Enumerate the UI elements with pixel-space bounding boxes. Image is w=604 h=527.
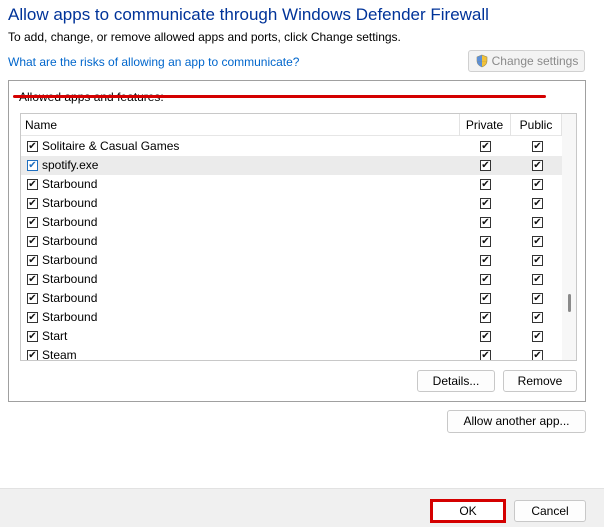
public-checkbox[interactable]: ✔ (532, 331, 543, 342)
public-checkbox[interactable]: ✔ (532, 312, 543, 323)
ok-button[interactable]: OK (430, 499, 506, 523)
column-header-public[interactable]: Public (510, 114, 562, 136)
private-checkbox[interactable]: ✔ (480, 255, 491, 266)
app-rows: ✔ Solitaire & Casual Games ✔ ✔ ✔ spotify.exe ✔… (21, 137, 562, 361)
allowed-apps-group: Allowed apps and features: Name Private … (8, 80, 586, 402)
app-name: Start (42, 329, 68, 343)
private-checkbox[interactable]: ✔ (480, 274, 491, 285)
public-checkbox[interactable]: ✔ (532, 293, 543, 304)
app-row[interactable]: ✔ Start ✔ ✔ (21, 327, 562, 346)
app-name: Solitaire & Casual Games (42, 139, 180, 153)
allow-another-app-button[interactable]: Allow another app... (447, 410, 586, 433)
app-enabled-checkbox[interactable]: ✔ (27, 331, 38, 342)
app-name: Starbound (42, 177, 98, 191)
public-checkbox[interactable]: ✔ (532, 350, 543, 360)
private-checkbox[interactable]: ✔ (480, 350, 491, 360)
vertical-scrollbar[interactable] (562, 114, 576, 360)
app-row[interactable]: ✔ Starbound ✔ ✔ (21, 308, 562, 327)
public-checkbox[interactable]: ✔ (532, 255, 543, 266)
column-header-name[interactable]: Name (25, 114, 57, 136)
private-checkbox[interactable]: ✔ (480, 217, 491, 228)
change-settings-button[interactable]: Change settings (468, 50, 585, 72)
app-row[interactable]: ✔ Steam ✔ ✔ (21, 346, 562, 361)
app-name: Starbound (42, 196, 98, 210)
cancel-button[interactable]: Cancel (514, 500, 586, 522)
private-checkbox[interactable]: ✔ (480, 236, 491, 247)
app-row[interactable]: ✔ spotify.exe ✔ ✔ (21, 156, 562, 175)
highlight-underline (13, 95, 546, 98)
app-enabled-checkbox[interactable]: ✔ (27, 350, 38, 360)
app-name: Starbound (42, 234, 98, 248)
public-checkbox[interactable]: ✔ (532, 160, 543, 171)
private-checkbox[interactable]: ✔ (480, 312, 491, 323)
private-checkbox[interactable]: ✔ (480, 141, 491, 152)
public-checkbox[interactable]: ✔ (532, 274, 543, 285)
app-row[interactable]: ✔ Starbound ✔ ✔ (21, 289, 562, 308)
app-name: Starbound (42, 253, 98, 267)
app-name: spotify.exe (42, 158, 99, 172)
app-row[interactable]: ✔ Starbound ✔ ✔ (21, 251, 562, 270)
app-enabled-checkbox[interactable]: ✔ (27, 217, 38, 228)
page-subtitle: To add, change, or remove allowed apps a… (8, 30, 401, 44)
list-header: Name Private Public (21, 114, 562, 136)
app-enabled-checkbox[interactable]: ✔ (27, 236, 38, 247)
firewall-allowed-apps-window: Allow apps to communicate through Window… (0, 0, 604, 527)
app-row[interactable]: ✔ Starbound ✔ ✔ (21, 175, 562, 194)
uac-shield-icon (476, 54, 487, 68)
app-enabled-checkbox[interactable]: ✔ (27, 274, 38, 285)
app-row[interactable]: ✔ Starbound ✔ ✔ (21, 213, 562, 232)
app-enabled-checkbox[interactable]: ✔ (27, 160, 38, 171)
remove-button[interactable]: Remove (503, 370, 577, 392)
app-enabled-checkbox[interactable]: ✔ (27, 198, 38, 209)
public-checkbox[interactable]: ✔ (532, 236, 543, 247)
private-checkbox[interactable]: ✔ (480, 179, 491, 190)
public-checkbox[interactable]: ✔ (532, 198, 543, 209)
column-header-private[interactable]: Private (459, 114, 509, 136)
app-enabled-checkbox[interactable]: ✔ (27, 293, 38, 304)
private-checkbox[interactable]: ✔ (480, 160, 491, 171)
public-checkbox[interactable]: ✔ (532, 141, 543, 152)
app-enabled-checkbox[interactable]: ✔ (27, 179, 38, 190)
change-settings-label: Change settings (491, 54, 579, 68)
app-name: Starbound (42, 215, 98, 229)
app-enabled-checkbox[interactable]: ✔ (27, 255, 38, 266)
dialog-footer: OK Cancel (0, 488, 604, 527)
private-checkbox[interactable]: ✔ (480, 293, 491, 304)
page-title: Allow apps to communicate through Window… (8, 5, 489, 24)
app-row[interactable]: ✔ Starbound ✔ ✔ (21, 232, 562, 251)
app-row[interactable]: ✔ Solitaire & Casual Games ✔ ✔ (21, 137, 562, 156)
app-row[interactable]: ✔ Starbound ✔ ✔ (21, 194, 562, 213)
app-enabled-checkbox[interactable]: ✔ (27, 141, 38, 152)
app-name: Steam (42, 348, 77, 361)
private-checkbox[interactable]: ✔ (480, 331, 491, 342)
public-checkbox[interactable]: ✔ (532, 179, 543, 190)
scrollbar-thumb[interactable] (568, 294, 571, 312)
details-button[interactable]: Details... (417, 370, 495, 392)
app-row[interactable]: ✔ Starbound ✔ ✔ (21, 270, 562, 289)
app-enabled-checkbox[interactable]: ✔ (27, 312, 38, 323)
allowed-apps-list[interactable]: Name Private Public ✔ Solitaire & Casual … (20, 113, 577, 361)
app-name: Starbound (42, 291, 98, 305)
app-name: Starbound (42, 310, 98, 324)
risks-link[interactable]: What are the risks of allowing an app to… (8, 55, 299, 69)
private-checkbox[interactable]: ✔ (480, 198, 491, 209)
app-name: Starbound (42, 272, 98, 286)
public-checkbox[interactable]: ✔ (532, 217, 543, 228)
